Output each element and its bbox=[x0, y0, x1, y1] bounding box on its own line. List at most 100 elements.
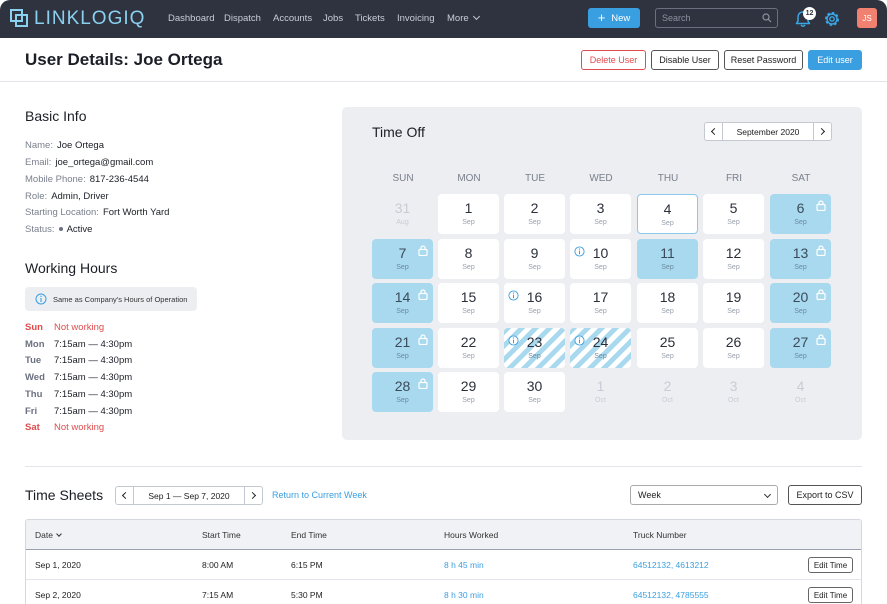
calendar-day-cell[interactable]: 7 Sep bbox=[372, 238, 433, 279]
delete-user-button[interactable]: Delete User bbox=[581, 50, 646, 70]
day-number: 18 bbox=[659, 289, 676, 305]
calendar-day-cell[interactable]: 13 Sep bbox=[770, 238, 831, 279]
calendar-day-cell[interactable]: 29 Sep bbox=[438, 372, 499, 412]
row-hours-worked[interactable]: 8 h 45 min bbox=[444, 560, 484, 570]
column-header-date[interactable]: Date bbox=[35, 530, 62, 540]
day-month: Sep bbox=[462, 352, 475, 360]
search-icon[interactable] bbox=[762, 13, 772, 23]
calendar-day-cell[interactable]: 24 Sep bbox=[570, 327, 631, 368]
info-value: joe_ortega@gmail.com bbox=[55, 157, 154, 168]
calendar-day-cell[interactable]: 10 Sep bbox=[570, 238, 631, 279]
calendar-day-cell[interactable]: 22 Sep bbox=[438, 327, 499, 368]
hours-note: Same as Company's Hours of Operation bbox=[25, 287, 197, 311]
calendar-day-cell[interactable]: 9 Sep bbox=[504, 238, 565, 279]
nav-link-accounts[interactable]: Accounts bbox=[273, 13, 312, 24]
day-number: 1 bbox=[464, 200, 473, 216]
nav-link-jobs[interactable]: Jobs bbox=[323, 13, 343, 24]
calendar-day-cell[interactable]: 2 Sep bbox=[504, 194, 565, 234]
day-month: Aug bbox=[396, 219, 409, 226]
prev-month-button[interactable] bbox=[705, 123, 723, 140]
working-day-label: Fri bbox=[25, 405, 38, 417]
info-icon[interactable] bbox=[508, 333, 519, 346]
calendar-day-cell[interactable]: 8 Sep bbox=[438, 238, 499, 279]
calendar-day-cell[interactable]: 14 Sep bbox=[372, 283, 433, 323]
search-box[interactable] bbox=[655, 8, 778, 28]
info-role: Role: Admin, Driver bbox=[25, 191, 109, 202]
calendar-day-cell[interactable]: 4 Sep bbox=[637, 194, 698, 234]
week-range-label: Sep 1 — Sep 7, 2020 bbox=[148, 490, 230, 501]
nav-link-more[interactable]: More bbox=[447, 12, 480, 24]
header-divider bbox=[0, 81, 887, 82]
calendar-day-cell[interactable]: 23 Sep bbox=[504, 327, 565, 368]
day-number: 15 bbox=[460, 289, 477, 305]
calendar-day-cell[interactable]: 30 Sep bbox=[504, 372, 565, 412]
info-location: Starting Location: Fort Worth Yard bbox=[25, 207, 169, 218]
calendar-day-cell[interactable]: 12 Sep bbox=[703, 238, 764, 279]
edit-time-button[interactable]: Edit Time bbox=[808, 587, 853, 603]
return-current-week-link[interactable]: Return to Current Week bbox=[272, 490, 367, 500]
next-week-button[interactable] bbox=[244, 487, 262, 504]
gear-icon[interactable] bbox=[822, 9, 842, 29]
calendar-day-cell[interactable]: 11 Sep bbox=[637, 238, 698, 279]
calendar-day-cell[interactable]: 16 Sep bbox=[504, 283, 565, 323]
prev-week-button[interactable] bbox=[116, 487, 134, 504]
day-month: Sep bbox=[727, 219, 740, 226]
calendar-day-cell[interactable]: 6 Sep bbox=[770, 194, 831, 234]
row-truck-number[interactable]: 64512132, 4785555 bbox=[633, 590, 709, 600]
day-month: Sep bbox=[594, 352, 607, 360]
calendar-day-cell[interactable]: 20 Sep bbox=[770, 283, 831, 323]
row-end-time: 6:15 PM bbox=[291, 560, 323, 570]
reset-password-button[interactable]: Reset Password bbox=[724, 50, 803, 70]
day-number: 8 bbox=[464, 244, 473, 261]
info-icon[interactable] bbox=[508, 288, 519, 301]
day-month: Sep bbox=[794, 263, 807, 271]
new-button[interactable]: + New bbox=[588, 8, 640, 28]
logo[interactable]: LINKLOGIQ bbox=[10, 8, 145, 30]
nav-link-invoicing[interactable]: Invoicing bbox=[397, 13, 435, 24]
working-day-label: Sun bbox=[25, 322, 43, 333]
calendar-day-cell[interactable]: 1 Sep bbox=[438, 194, 499, 234]
export-csv-button[interactable]: Export to CSV bbox=[788, 485, 862, 505]
day-number: 2 bbox=[663, 378, 672, 394]
table-header: Date Start Time End Time Hours Worked Tr… bbox=[26, 520, 861, 550]
day-month: Sep bbox=[528, 308, 541, 315]
calendar-day-cell[interactable]: 15 Sep bbox=[438, 283, 499, 323]
column-header-label: Date bbox=[35, 530, 53, 540]
calendar-day-cell: 2 Oct bbox=[637, 372, 698, 412]
disable-user-button[interactable]: Disable User bbox=[651, 50, 719, 70]
view-select[interactable]: Week bbox=[630, 485, 778, 505]
calendar-day-cell[interactable]: 21 Sep bbox=[372, 327, 433, 368]
view-select-value: Week bbox=[638, 490, 661, 500]
working-day-label: Thu bbox=[25, 388, 43, 400]
row-truck-number[interactable]: 64512132, 4613212 bbox=[633, 560, 709, 570]
calendar-day-cell[interactable]: 28 Sep bbox=[372, 372, 433, 412]
edit-user-button[interactable]: Edit user bbox=[808, 50, 862, 70]
column-header-start: Start Time bbox=[202, 530, 241, 540]
calendar-day-cell[interactable]: 26 Sep bbox=[703, 327, 764, 368]
day-month: Sep bbox=[528, 352, 541, 360]
calendar-day-cell[interactable]: 19 Sep bbox=[703, 283, 764, 323]
chevron-right-icon bbox=[817, 127, 826, 136]
nav-link-dashboard[interactable]: Dashboard bbox=[168, 13, 214, 24]
row-start-time: 8:00 AM bbox=[202, 560, 234, 570]
nav-link-dispatch[interactable]: Dispatch bbox=[224, 13, 261, 24]
info-icon[interactable] bbox=[574, 333, 585, 346]
weekday-label: TUE bbox=[525, 173, 545, 184]
working-day-hours: Not working bbox=[54, 422, 105, 434]
calendar-day-cell[interactable]: 5 Sep bbox=[703, 194, 764, 234]
info-icon[interactable] bbox=[574, 244, 585, 257]
time-off-title: Time Off bbox=[372, 124, 425, 140]
row-hours-worked[interactable]: 8 h 30 min bbox=[444, 590, 484, 600]
info-value: Joe Ortega bbox=[56, 140, 104, 151]
avatar[interactable]: JS bbox=[857, 8, 877, 28]
calendar-day-cell[interactable]: 18 Sep bbox=[637, 283, 698, 323]
day-month: Sep bbox=[727, 263, 740, 271]
calendar-day-cell[interactable]: 17 Sep bbox=[570, 283, 631, 323]
nav-link-tickets[interactable]: Tickets bbox=[355, 13, 385, 24]
calendar-day-cell[interactable]: 25 Sep bbox=[637, 327, 698, 368]
search-input[interactable] bbox=[662, 12, 757, 24]
calendar-day-cell[interactable]: 3 Sep bbox=[570, 194, 631, 234]
calendar-day-cell[interactable]: 27 Sep bbox=[770, 327, 831, 368]
edit-time-button[interactable]: Edit Time bbox=[808, 557, 853, 573]
next-month-button[interactable] bbox=[813, 123, 831, 140]
